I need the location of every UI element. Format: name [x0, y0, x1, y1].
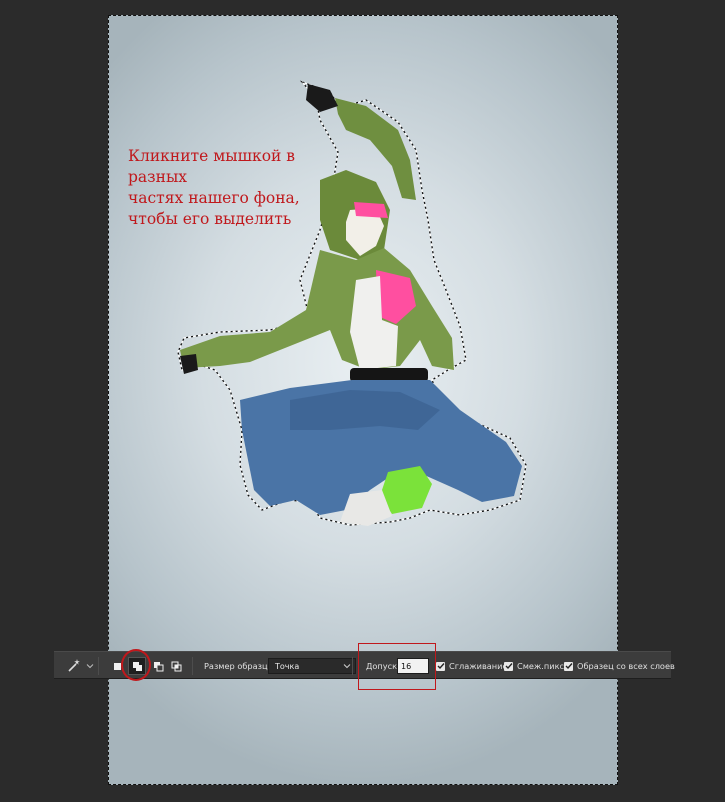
intersect-selection-button[interactable]: [171, 652, 182, 680]
contiguous-checkbox[interactable]: Смеж.пикс: [504, 652, 564, 680]
sample-size-value: Точка: [275, 661, 300, 671]
sample-all-layers-label: Образец со всех слоев: [577, 661, 675, 671]
photoshop-workspace: Кликните мышкой в разных частях нашего ф…: [0, 0, 725, 802]
sample-all-layers-checkbox[interactable]: Образец со всех слоев: [564, 652, 675, 680]
subtract-from-selection-icon: [154, 661, 164, 671]
dancer-photo: [177, 80, 527, 526]
intersect-selection-icon: [171, 661, 182, 671]
checkbox-checked-icon: [564, 661, 573, 671]
instruction-line-3: чтобы его выделить: [128, 210, 292, 228]
contiguous-label: Смеж.пикс: [517, 661, 565, 671]
separator: [98, 657, 99, 675]
chevron-down-icon: [86, 664, 94, 669]
separator: [192, 657, 193, 675]
chevron-down-icon: [343, 664, 351, 669]
checkbox-checked-icon: [436, 661, 445, 671]
magic-wand-icon: [68, 659, 80, 672]
belt: [350, 368, 428, 382]
instruction-line-2: частях нашего фона,: [128, 189, 300, 207]
instruction-text: Кликните мышкой в разных частях нашего ф…: [128, 146, 348, 230]
checkbox-checked-icon: [504, 661, 513, 671]
subtract-from-selection-button[interactable]: [153, 652, 164, 680]
raised-glove: [306, 84, 338, 112]
tolerance-highlight-rect: [358, 643, 436, 690]
antialias-checkbox[interactable]: Сглаживание: [436, 652, 508, 680]
left-glove: [180, 354, 198, 374]
sample-size-label-wrap: Размер образца:: [204, 652, 275, 680]
jacket: [180, 248, 454, 370]
antialias-label: Сглаживание: [449, 661, 508, 671]
instruction-line-1: Кликните мышкой в разных: [128, 147, 296, 186]
pink-cap: [354, 202, 388, 218]
add-mode-highlight-circle: [121, 649, 151, 681]
tool-preset-picker[interactable]: [66, 652, 94, 680]
sample-size-label: Размер образца:: [204, 661, 276, 671]
separator: [352, 657, 353, 675]
sample-size-select[interactable]: Точка: [268, 658, 356, 674]
